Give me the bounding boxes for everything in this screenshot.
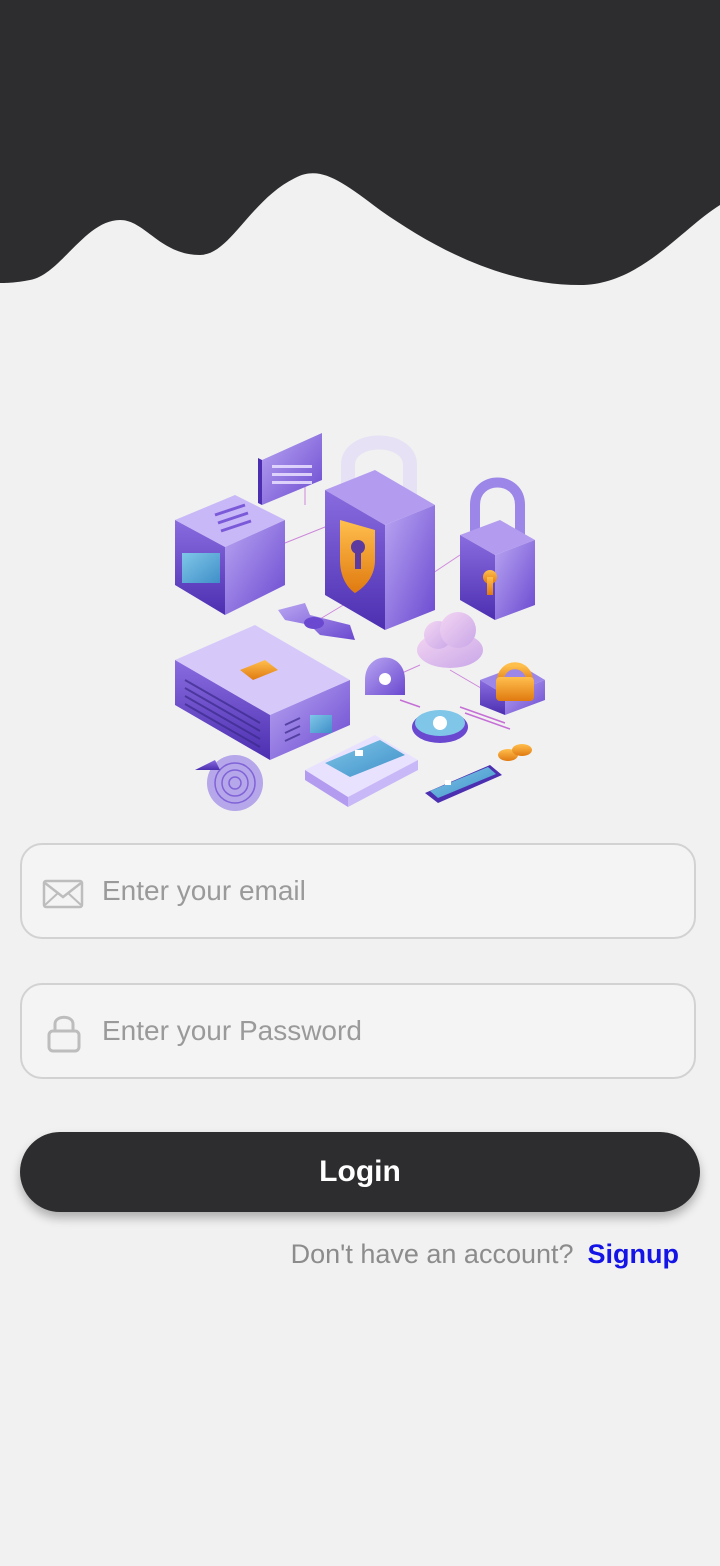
login-button[interactable]: Login xyxy=(20,1132,700,1212)
email-input[interactable] xyxy=(102,845,672,937)
lock-icon xyxy=(47,1015,81,1053)
password-input[interactable] xyxy=(102,985,672,1077)
header-wave xyxy=(0,0,720,285)
signup-row: Don't have an account? Signup xyxy=(291,1236,679,1272)
password-field[interactable] xyxy=(20,983,696,1079)
security-illustration xyxy=(175,433,545,811)
email-field[interactable] xyxy=(20,843,696,939)
signup-link[interactable]: Signup xyxy=(588,1239,679,1269)
signup-prompt: Don't have an account? xyxy=(290,1239,574,1269)
envelope-icon xyxy=(42,879,84,909)
